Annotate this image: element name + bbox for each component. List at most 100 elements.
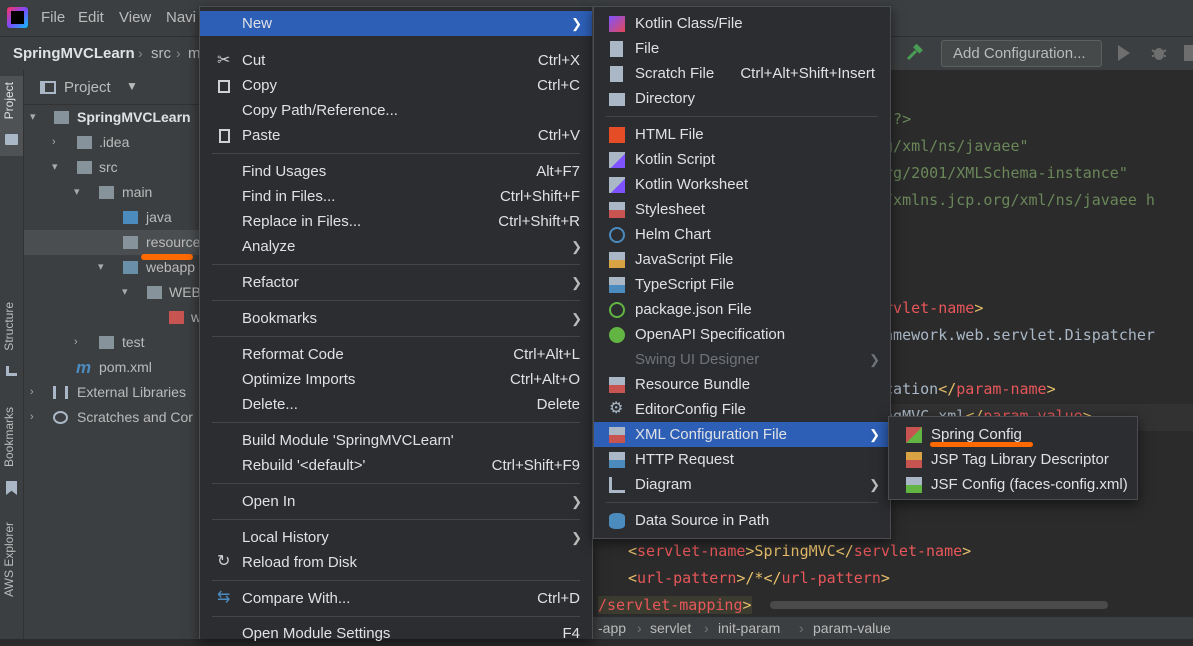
menu-item-replace-in-files[interactable]: Replace in Files... Ctrl+Shift+R [200, 209, 592, 234]
breadcrumb-item[interactable]: -app [598, 620, 626, 636]
horizontal-scrollbar[interactable] [770, 601, 1108, 609]
menu-item-analyze[interactable]: Analyze ❯ [200, 234, 592, 259]
menu-item-reload-from-disk[interactable]: ↻ Reload from Disk [200, 550, 592, 575]
menu-item-directory[interactable]: Directory [594, 86, 890, 111]
tree-item-main[interactable]: ▾ main [24, 180, 200, 205]
menu-item-bookmarks[interactable]: Bookmarks ❯ [200, 306, 592, 331]
coverage-icon[interactable] [1184, 45, 1193, 61]
tree-item-webxml[interactable]: w [24, 305, 200, 330]
code-line: <servlet-name>SpringMVC</servlet-name> [628, 542, 971, 560]
tree-item-external-libraries[interactable]: › External Libraries [24, 380, 200, 405]
expand-arrow-icon[interactable]: ▾ [74, 180, 80, 205]
tree-label: main [122, 184, 153, 200]
menu-edit[interactable]: Edit [78, 9, 104, 26]
menu-item-reformat-code[interactable]: Reformat Code Ctrl+Alt+L [200, 342, 592, 367]
nav-project[interactable]: SpringMVCLearn [13, 45, 135, 62]
menu-item-kotlin-class[interactable]: Kotlin Class/File [594, 11, 890, 36]
menu-item-label: Scratch File [635, 65, 715, 82]
aws-explorer-tool-button[interactable]: AWS Explorer [0, 520, 23, 620]
clipboard-icon [219, 129, 230, 143]
menu-item-local-history[interactable]: Local History ❯ [200, 525, 592, 550]
tree-item-java[interactable]: java [24, 205, 200, 230]
menu-item-label: Stylesheet [635, 201, 706, 218]
menu-item-html-file[interactable]: HTML File [594, 122, 890, 147]
menu-item-helm-chart[interactable]: Helm Chart [594, 222, 890, 247]
menu-item-refactor[interactable]: Refactor ❯ [200, 270, 592, 295]
menu-item-label: Data Source in Path [635, 512, 770, 529]
menu-navigate[interactable]: Navi [166, 9, 196, 26]
menu-item-file[interactable]: File [594, 36, 890, 61]
menu-item-stylesheet[interactable]: Stylesheet [594, 197, 890, 222]
library-icon [53, 386, 68, 399]
menu-item-http-request[interactable]: HTTP Request [594, 447, 890, 472]
tree-item-resources[interactable]: resource [24, 230, 200, 255]
menu-view[interactable]: View [119, 9, 151, 26]
tree-item-project-root[interactable]: ▾ SpringMVCLearn [24, 105, 200, 130]
breadcrumb-item[interactable]: init-param [718, 620, 780, 636]
collapse-arrow-icon[interactable]: › [30, 405, 34, 430]
menu-item-open-module-settings[interactable]: Open Module Settings F4 [200, 621, 592, 646]
menu-item-kotlin-script[interactable]: Kotlin Script [594, 147, 890, 172]
structure-tool-button[interactable]: Structure [0, 300, 23, 380]
tree-item-test[interactable]: › test [24, 330, 200, 355]
menu-item-package-json[interactable]: package.json File [594, 297, 890, 322]
menu-item-paste[interactable]: Paste Ctrl+V [200, 123, 592, 148]
menu-file[interactable]: File [41, 9, 65, 26]
menu-item-copy[interactable]: Copy Ctrl+C [200, 73, 592, 98]
menu-item-jsp-tag-library[interactable]: JSP Tag Library Descriptor [889, 447, 1137, 472]
menu-item-find-usages[interactable]: Find Usages Alt+F7 [200, 159, 592, 184]
expand-arrow-icon[interactable]: ▾ [98, 255, 104, 280]
menu-item-find-in-files[interactable]: Find in Files... Ctrl+Shift+F [200, 184, 592, 209]
bookmarks-tool-button[interactable]: Bookmarks [0, 405, 23, 500]
tree-item-src[interactable]: ▾ src [24, 155, 200, 180]
menu-item-openapi[interactable]: OpenAPI Specification [594, 322, 890, 347]
menu-item-diagram[interactable]: Diagram ❯ [594, 472, 890, 497]
menu-item-jsf-config[interactable]: JSF Config (faces-config.xml) [889, 472, 1137, 497]
copy-icon [218, 80, 230, 93]
menu-item-scratch-file[interactable]: Scratch File Ctrl+Alt+Shift+Insert [594, 61, 890, 86]
collapse-arrow-icon[interactable]: › [30, 380, 34, 405]
menu-item-swing-ui-designer[interactable]: Swing UI Designer ❯ [594, 347, 890, 372]
tree-item-webinf[interactable]: ▾ WEB [24, 280, 200, 305]
collapse-arrow-icon[interactable]: › [52, 130, 56, 155]
breadcrumb-separator: › [704, 620, 709, 636]
tree-item-scratches[interactable]: › Scratches and Cor [24, 405, 200, 430]
menu-item-label: TypeScript File [635, 276, 735, 293]
debug-icon[interactable] [1151, 44, 1167, 62]
menu-item-resource-bundle[interactable]: Resource Bundle [594, 372, 890, 397]
nav-separator: › [138, 45, 143, 61]
tree-item-idea[interactable]: › .idea [24, 130, 200, 155]
tree-item-webapp[interactable]: ▾ webapp [24, 255, 200, 280]
bookmarks-tool-label: Bookmarks [2, 407, 16, 468]
menu-item-compare-with[interactable]: ⇆ Compare With... Ctrl+D [200, 586, 592, 611]
menu-item-copy-path[interactable]: Copy Path/Reference... [200, 98, 592, 123]
structure-tool-label: Structure [2, 302, 16, 351]
build-hammer-icon[interactable] [905, 43, 925, 63]
menu-item-optimize-imports[interactable]: Optimize Imports Ctrl+Alt+O [200, 367, 592, 392]
expand-arrow-icon[interactable]: ▾ [30, 105, 36, 130]
menu-item-typescript-file[interactable]: TypeScript File [594, 272, 890, 297]
run-icon[interactable] [1118, 45, 1130, 61]
menu-item-editorconfig[interactable]: ⚙ EditorConfig File [594, 397, 890, 422]
menu-item-cut[interactable]: ✂ Cut Ctrl+X [200, 48, 592, 73]
menu-item-kotlin-worksheet[interactable]: Kotlin Worksheet [594, 172, 890, 197]
chevron-down-icon[interactable]: ▼ [126, 79, 138, 93]
expand-arrow-icon[interactable]: ▾ [52, 155, 58, 180]
collapse-arrow-icon[interactable]: › [74, 330, 78, 355]
add-configuration-button[interactable]: Add Configuration... [941, 40, 1102, 67]
menu-item-delete[interactable]: Delete... Delete [200, 392, 592, 417]
project-tool-button[interactable]: Project [0, 76, 23, 156]
menu-item-build-module[interactable]: Build Module 'SpringMVCLearn' [200, 428, 592, 453]
menu-separator [606, 116, 878, 117]
menu-item-rebuild[interactable]: Rebuild '<default>' Ctrl+Shift+F9 [200, 453, 592, 478]
menu-item-data-source-in-path[interactable]: Data Source in Path [594, 508, 890, 533]
menu-item-open-in[interactable]: Open In ❯ [200, 489, 592, 514]
tree-item-pom[interactable]: m pom.xml [24, 355, 200, 380]
menu-item-new[interactable]: New ❯ [200, 11, 592, 36]
breadcrumb-item[interactable]: param-value [813, 620, 891, 636]
nav-src[interactable]: src [151, 45, 171, 62]
expand-arrow-icon[interactable]: ▾ [122, 280, 128, 305]
menu-item-xml-configuration[interactable]: XML Configuration File ❯ [594, 422, 890, 447]
breadcrumb-item[interactable]: servlet [650, 620, 691, 636]
menu-item-javascript-file[interactable]: JavaScript File [594, 247, 890, 272]
